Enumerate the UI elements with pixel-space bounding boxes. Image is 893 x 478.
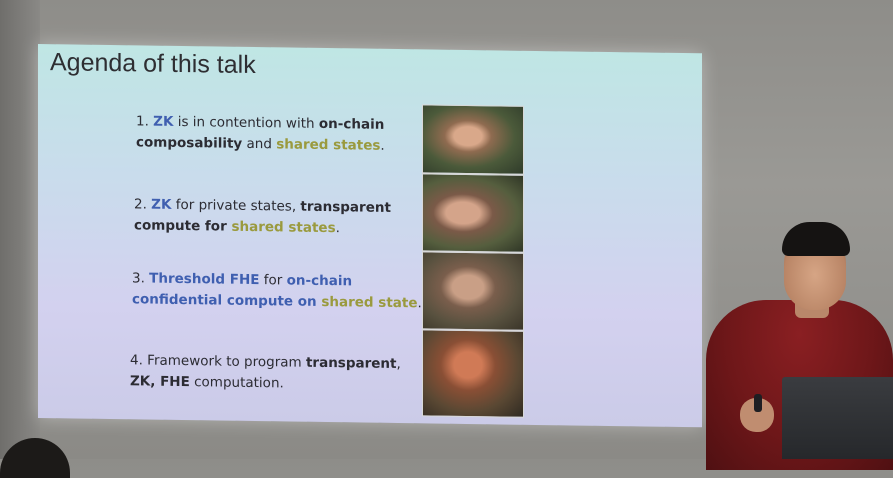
reaction-photo-4 — [422, 329, 524, 418]
agenda-item-2: 2. ZK for private states, transparent co… — [134, 196, 391, 237]
wall — [0, 0, 40, 459]
reaction-photo-3 — [422, 251, 524, 331]
zk-term: ZK — [153, 113, 174, 130]
fhe-term: Threshold FHE — [149, 270, 260, 289]
zk-term: ZK — [151, 196, 172, 213]
shared-states-term: shared states — [276, 136, 381, 154]
slide-title: Agenda of this talk — [50, 48, 256, 80]
shared-state-term: shared state — [321, 293, 418, 312]
reaction-photo-strip — [422, 104, 524, 418]
clicker-remote — [754, 394, 762, 412]
projected-slide: Agenda of this talk 1. ZK is in contenti… — [38, 44, 702, 428]
presenter-hair — [782, 222, 850, 256]
laptop — [782, 377, 893, 459]
agenda-item-4: 4. Framework to program transparent, ZK,… — [130, 352, 401, 392]
reaction-photo-1 — [422, 104, 524, 175]
reaction-photo-2 — [422, 173, 524, 253]
agenda-item-3: 3. Threshold FHE for on-chain confidenti… — [132, 270, 422, 312]
agenda-item-1: 1. ZK is in contention with on-chain com… — [136, 113, 385, 154]
shared-states-term: shared states — [231, 218, 336, 237]
